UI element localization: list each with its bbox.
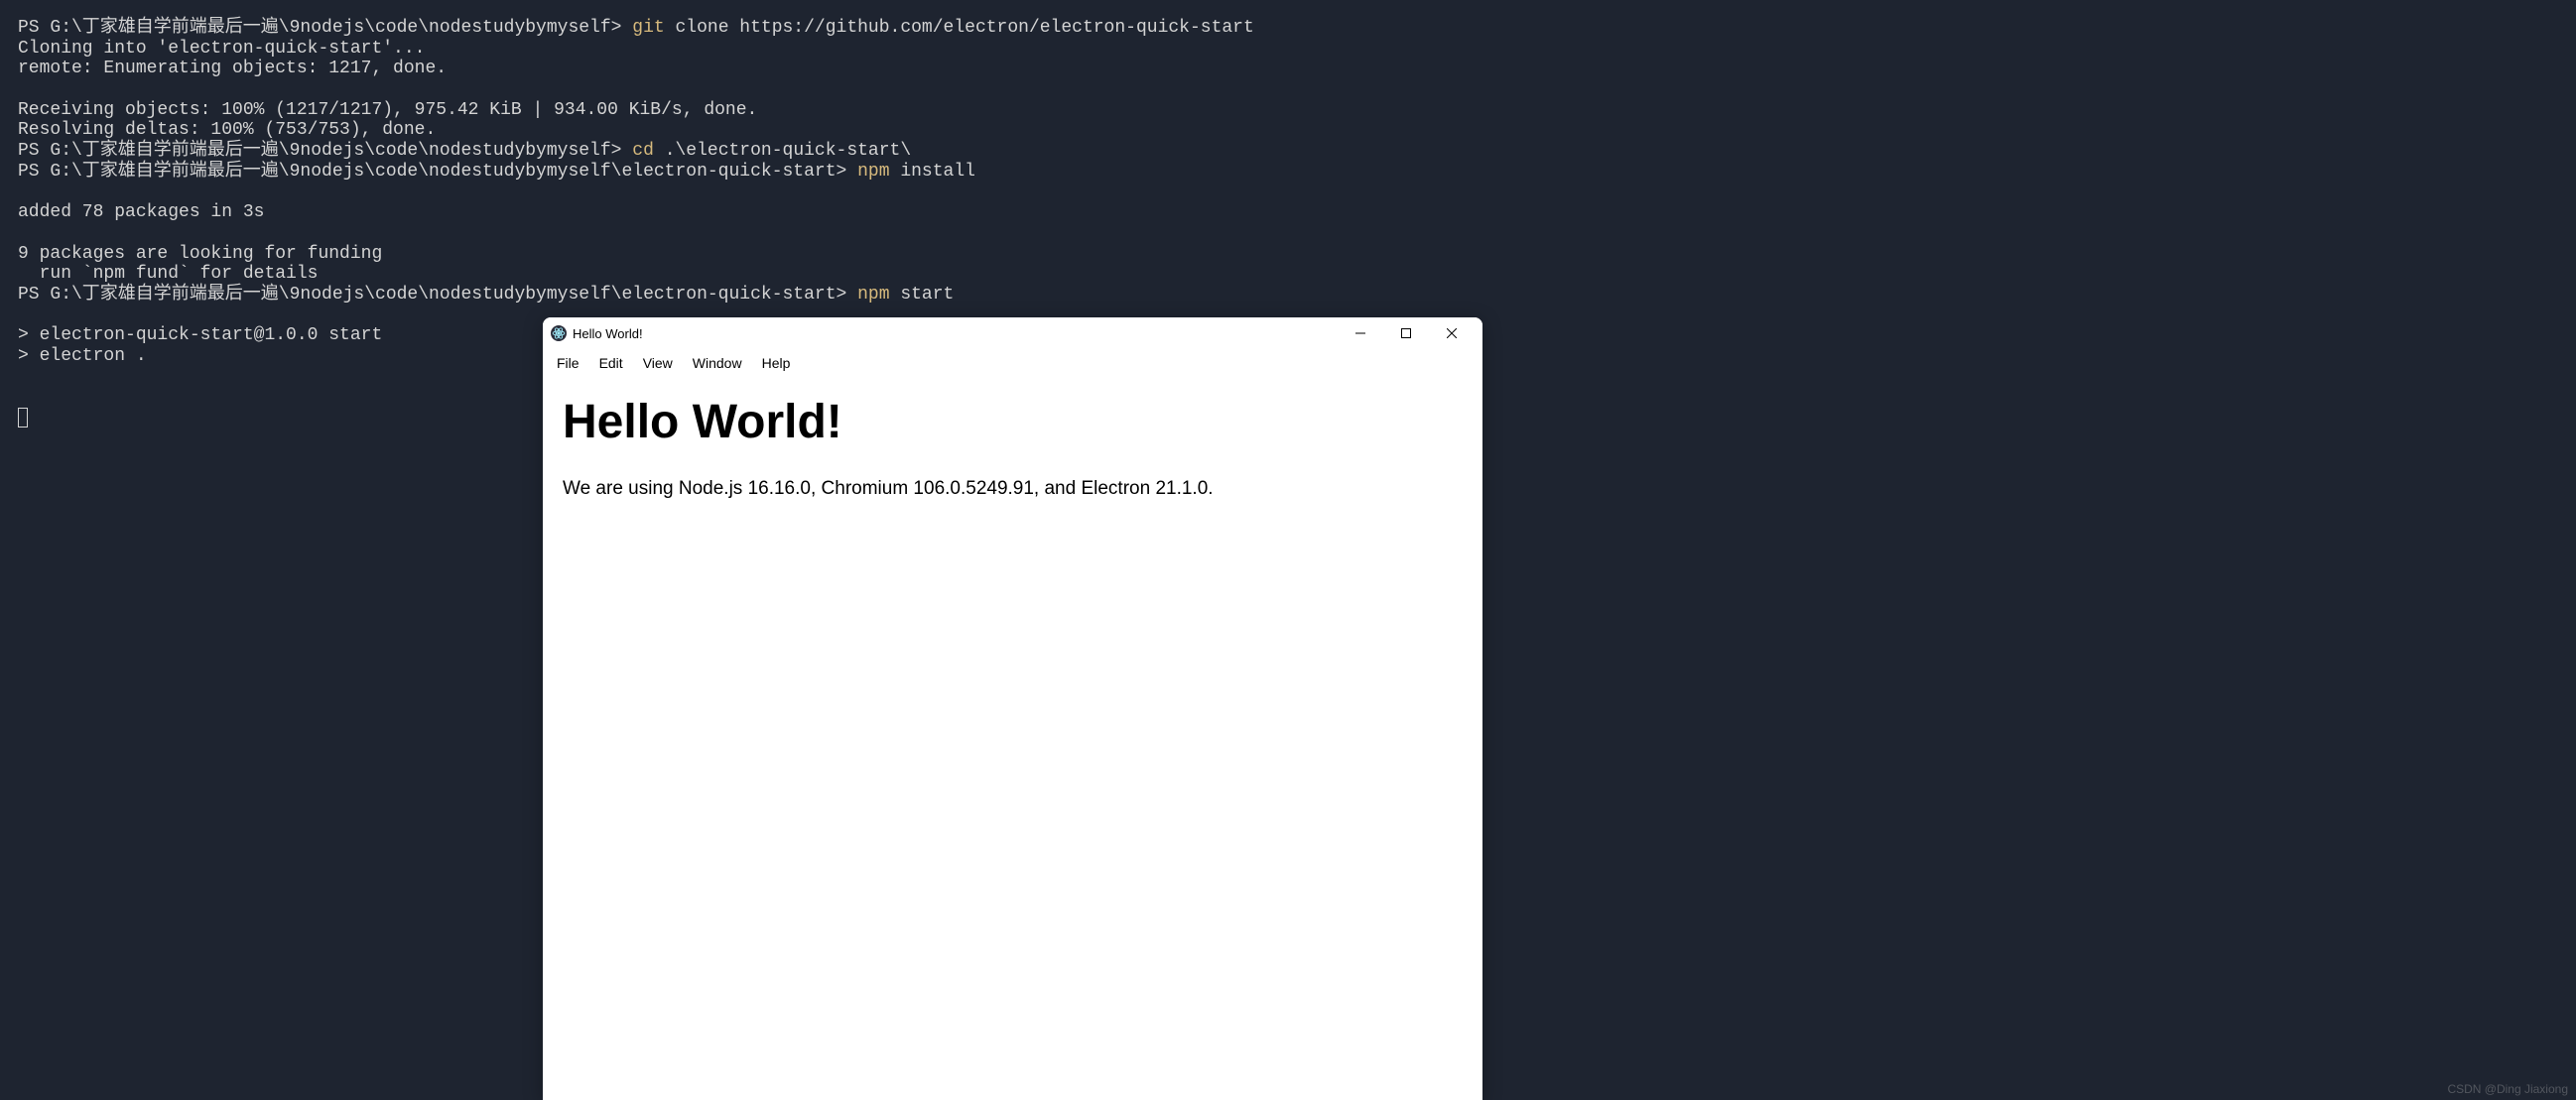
terminal-line: remote: Enumerating objects: 1217, done. <box>18 59 2558 79</box>
terminal-line: PS G:\丁家雄自学前端最后一遍\9nodejs\code\nodestudy… <box>18 141 2558 162</box>
electron-icon <box>551 325 567 341</box>
window-title: Hello World! <box>573 326 643 341</box>
terminal-line: PS G:\丁家雄自学前端最后一遍\9nodejs\code\nodestudy… <box>18 162 2558 183</box>
terminal-line <box>18 223 2558 244</box>
electron-app-window: Hello World! File Edit View Window Help … <box>543 317 1482 1100</box>
version-info: We are using Node.js 16.16.0, Chromium 1… <box>563 475 1463 504</box>
app-content: Hello World! We are using Node.js 16.16.… <box>543 377 1482 522</box>
terminal-line <box>18 183 2558 203</box>
menubar: File Edit View Window Help <box>543 349 1482 377</box>
terminal-line: Cloning into 'electron-quick-start'... <box>18 39 2558 60</box>
window-titlebar[interactable]: Hello World! <box>543 317 1482 349</box>
menu-window[interactable]: Window <box>683 351 752 375</box>
menu-edit[interactable]: Edit <box>589 351 633 375</box>
terminal-line: 9 packages are looking for funding <box>18 244 2558 265</box>
watermark: CSDN @Ding Jiaxiong <box>2447 1082 2568 1096</box>
minimize-button[interactable] <box>1338 317 1383 349</box>
page-heading: Hello World! <box>563 395 1463 449</box>
menu-file[interactable]: File <box>547 351 589 375</box>
terminal-line: PS G:\丁家雄自学前端最后一遍\9nodejs\code\nodestudy… <box>18 285 2558 306</box>
cursor <box>18 408 28 428</box>
window-controls <box>1338 317 1475 349</box>
terminal-line: added 78 packages in 3s <box>18 202 2558 223</box>
maximize-button[interactable] <box>1383 317 1429 349</box>
terminal-line: Resolving deltas: 100% (753/753), done. <box>18 120 2558 141</box>
close-button[interactable] <box>1429 317 1475 349</box>
terminal-line <box>18 79 2558 100</box>
menu-help[interactable]: Help <box>752 351 801 375</box>
terminal-line: Receiving objects: 100% (1217/1217), 975… <box>18 100 2558 121</box>
terminal-line: run `npm fund` for details <box>18 264 2558 285</box>
terminal-line: PS G:\丁家雄自学前端最后一遍\9nodejs\code\nodestudy… <box>18 18 2558 39</box>
menu-view[interactable]: View <box>633 351 683 375</box>
